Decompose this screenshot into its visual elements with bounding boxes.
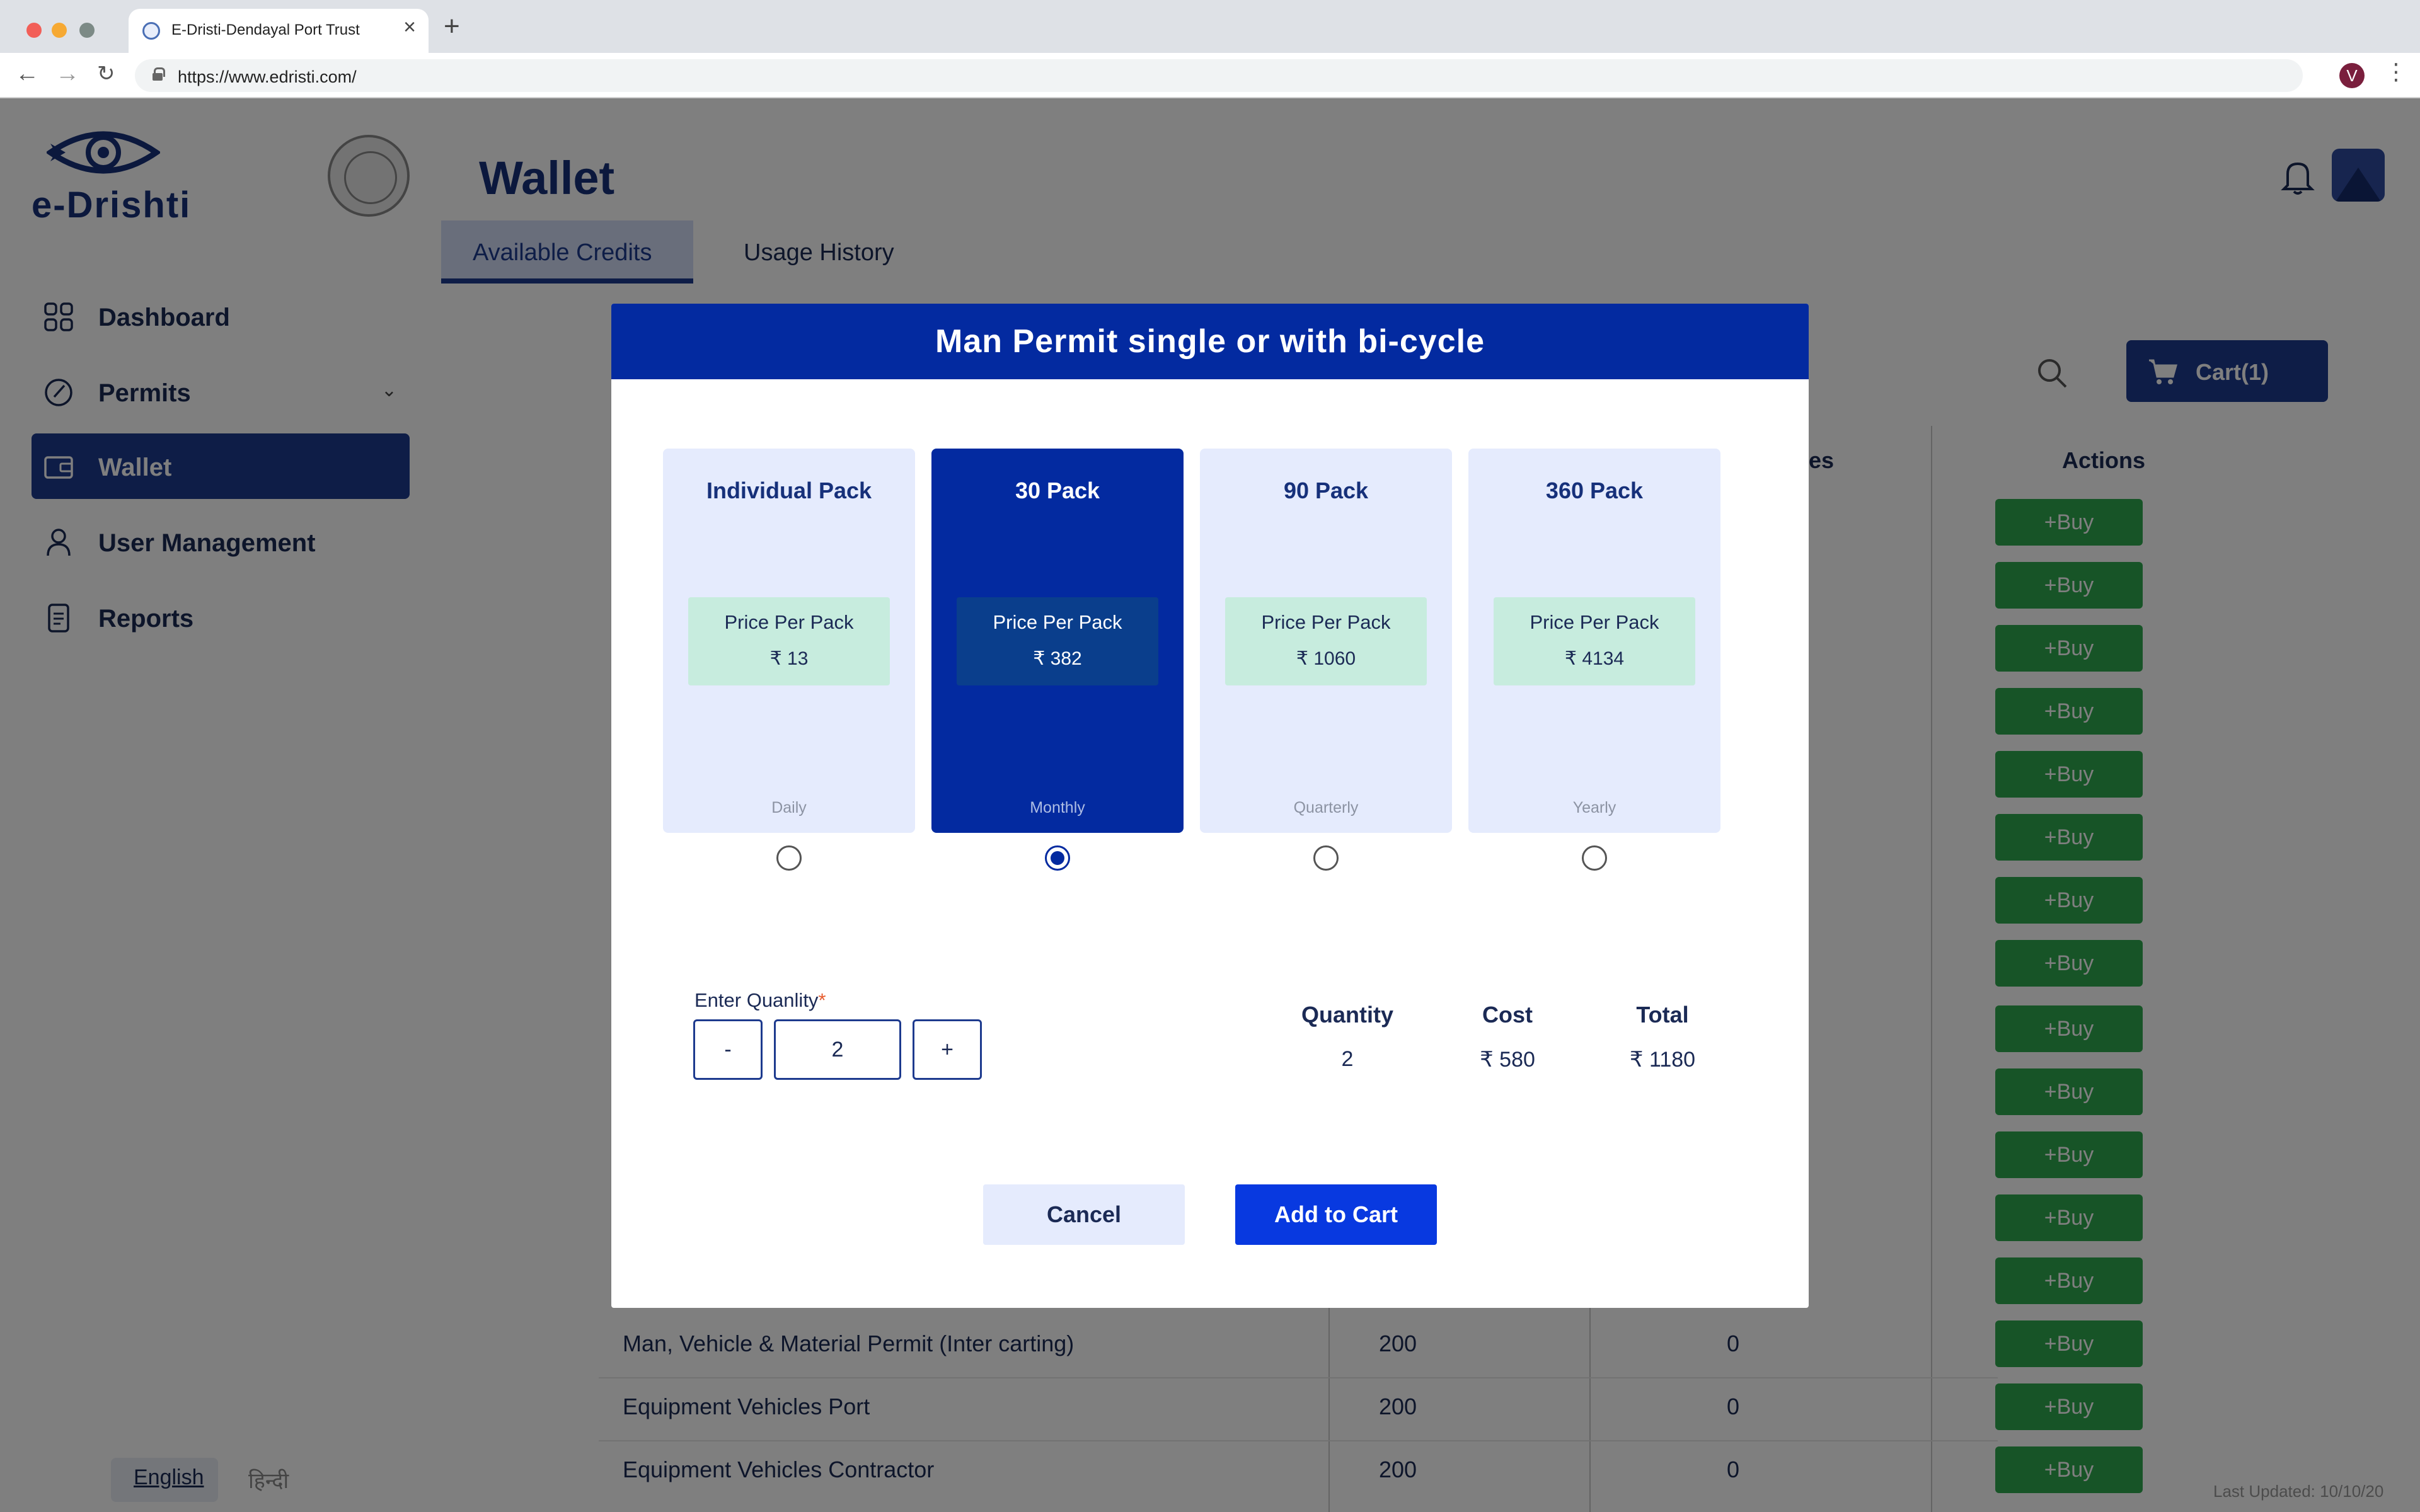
- pack-card-360[interactable]: 360 Pack Price Per Pack ₹ 4134 Yearly: [1468, 449, 1720, 833]
- favicon-icon: [142, 22, 160, 40]
- pack-card-90[interactable]: 90 Pack Price Per Pack ₹ 1060 Quarterly: [1200, 449, 1452, 833]
- address-bar: ← → ↻ https://www.edristi.com/ V ⋮: [0, 53, 2420, 98]
- url-text: https://www.edristi.com/: [178, 67, 357, 86]
- minimize-window-button[interactable]: [52, 23, 67, 38]
- pack-period: Monthly: [1030, 799, 1085, 816]
- quantity-input[interactable]: 2: [774, 1019, 901, 1080]
- maximize-window-button[interactable]: [79, 23, 95, 38]
- kebab-menu-icon[interactable]: ⋮: [2385, 60, 2407, 83]
- forward-icon[interactable]: →: [55, 62, 79, 86]
- pack-period: Yearly: [1572, 799, 1616, 816]
- lock-icon: [153, 67, 165, 81]
- pack-name: 360 Pack: [1545, 478, 1644, 503]
- pack-card-30[interactable]: 30 Pack Price Per Pack ₹ 382 Monthly: [931, 449, 1184, 833]
- price-value: ₹ 1060: [1296, 648, 1356, 669]
- close-window-button[interactable]: [26, 23, 42, 38]
- pack-card-individual[interactable]: Individual Pack Price Per Pack ₹ 13 Dail…: [663, 449, 915, 833]
- decrement-button[interactable]: -: [693, 1019, 763, 1080]
- price-label: Price Per Pack: [993, 611, 1122, 633]
- increment-button[interactable]: +: [913, 1019, 982, 1080]
- add-to-cart-button[interactable]: Add to Cart: [1235, 1184, 1437, 1245]
- profile-avatar[interactable]: V: [2339, 63, 2365, 88]
- quantity-label-text: Enter Quanlity: [694, 989, 819, 1011]
- price-box: Price Per Pack ₹ 13: [688, 597, 890, 685]
- summary-quantity-value: 2: [1341, 1047, 1354, 1071]
- required-asterisk: *: [818, 989, 826, 1011]
- browser-tab[interactable]: E-Dristi-Dendayal Port Trust ×: [129, 9, 429, 53]
- close-icon[interactable]: ×: [403, 16, 416, 38]
- browser-titlebar: E-Dristi-Dendayal Port Trust × +: [0, 0, 2420, 53]
- summary-cost-value: ₹ 580: [1480, 1048, 1535, 1072]
- modal-header: Man Permit single or with bi-cycle: [611, 304, 1809, 379]
- summary-quantity-header: Quantity: [1301, 1002, 1393, 1028]
- pack-period: Daily: [771, 799, 807, 816]
- radio-360-pack[interactable]: [1582, 845, 1607, 871]
- url-field[interactable]: https://www.edristi.com/: [135, 59, 2303, 92]
- pack-name: 90 Pack: [1283, 478, 1369, 503]
- quantity-label: Enter Quanlity*: [694, 989, 826, 1012]
- pack-name: Individual Pack: [706, 478, 872, 503]
- price-box: Price Per Pack ₹ 382: [957, 597, 1158, 685]
- summary-cost-header: Cost: [1482, 1002, 1533, 1028]
- price-box: Price Per Pack ₹ 1060: [1225, 597, 1427, 685]
- price-label: Price Per Pack: [1261, 611, 1391, 633]
- plus-icon[interactable]: +: [444, 13, 460, 40]
- price-value: ₹ 382: [1033, 648, 1082, 669]
- back-icon[interactable]: ←: [15, 62, 39, 86]
- price-label: Price Per Pack: [1530, 611, 1659, 633]
- radio-90-pack[interactable]: [1313, 845, 1339, 871]
- cancel-button[interactable]: Cancel: [983, 1184, 1185, 1245]
- summary-total-header: Total: [1636, 1002, 1689, 1028]
- price-value: ₹ 13: [769, 648, 809, 669]
- radio-individual-pack[interactable]: [776, 845, 802, 871]
- reload-icon[interactable]: ↻: [97, 63, 115, 84]
- radio-30-pack[interactable]: [1045, 845, 1070, 871]
- pack-period: Quarterly: [1293, 799, 1359, 816]
- tab-title: E-Dristi-Dendayal Port Trust: [171, 21, 360, 38]
- price-label: Price Per Pack: [724, 611, 854, 633]
- summary-total-value: ₹ 1180: [1629, 1048, 1696, 1072]
- pack-selection-modal: Man Permit single or with bi-cycle Indiv…: [611, 304, 1809, 1308]
- price-box: Price Per Pack ₹ 4134: [1494, 597, 1695, 685]
- pack-name: 30 Pack: [1015, 478, 1100, 503]
- price-value: ₹ 4134: [1564, 648, 1625, 669]
- modal-title: Man Permit single or with bi-cycle: [935, 323, 1485, 360]
